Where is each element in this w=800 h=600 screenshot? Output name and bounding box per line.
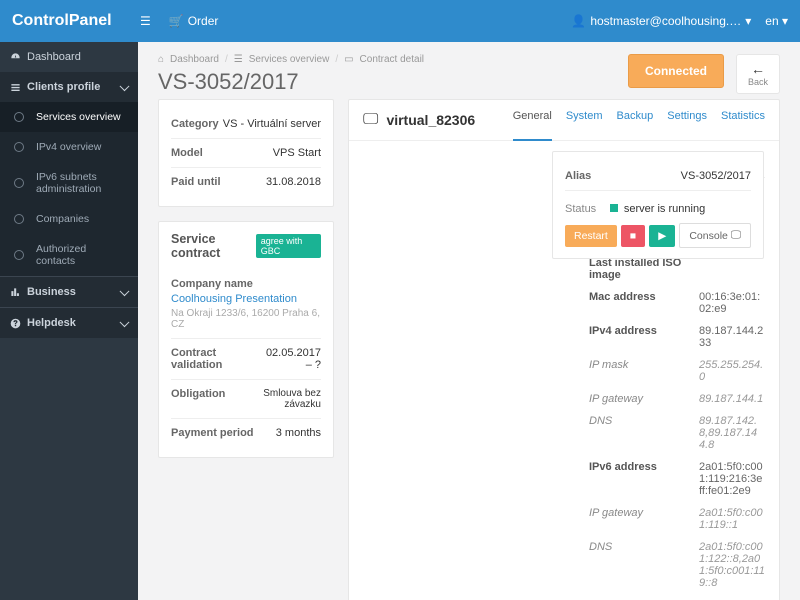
breadcrumb: ⌂ Dashboard / ☰ Services overview / ▭ Co…: [158, 54, 616, 65]
company-address: Na Okraji 1233/6, 16200 Praha 6, CZ: [171, 308, 321, 330]
sub-label: Authorized contacts: [36, 243, 128, 267]
k: Payment period: [171, 427, 254, 439]
sidebar-label: Helpdesk: [27, 317, 76, 329]
info-card: Category VS - Virtuální server Model VPS S…: [158, 99, 334, 207]
sub-label: Companies: [36, 213, 89, 225]
sidebar-item-dashboard[interactable]: Dashboard: [0, 42, 138, 72]
chevron-down-icon: ▾: [745, 14, 751, 28]
home-icon[interactable]: ⌂: [158, 54, 164, 65]
lang-label: en: [765, 14, 778, 28]
monitor-icon: 🖵: [363, 111, 378, 129]
v: 02.05.2017 – ?: [257, 347, 321, 371]
lang-menu[interactable]: en ▾: [765, 14, 788, 28]
contract-card: Service contract agree with GBC Company …: [158, 221, 334, 458]
status-dot-icon: [610, 204, 618, 212]
k: Obligation: [171, 388, 225, 410]
user-menu[interactable]: 👤 hostmaster@coolhousing.… ▾: [571, 14, 751, 28]
order-link[interactable]: 🛒 Order: [169, 14, 219, 28]
stop-icon: ■: [630, 230, 636, 242]
contract-title: Service contract: [171, 232, 256, 260]
stop-button[interactable]: ■: [621, 225, 645, 247]
list-icon: ☰: [234, 54, 243, 65]
v: VS - Virtuální server: [223, 118, 321, 130]
v: Smlouva bez závazku: [225, 388, 321, 410]
sidebar-item-clients[interactable]: Clients profile: [0, 72, 138, 102]
k: Company name: [171, 278, 321, 290]
back-label: Back: [747, 77, 769, 87]
file-icon: ▭: [344, 54, 353, 65]
console-label: Console: [689, 230, 728, 242]
sidebar-sub-contacts[interactable]: Authorized contacts: [0, 234, 138, 276]
sidebar-label: Business: [27, 286, 76, 298]
tab-stats[interactable]: Statistics: [721, 110, 765, 130]
sidebar-label: Dashboard: [27, 51, 81, 63]
cart-icon: 🛒: [169, 14, 184, 28]
console-button[interactable]: Console 🖵: [679, 223, 751, 248]
sidebar-item-business[interactable]: Business: [0, 277, 138, 307]
order-label: Order: [188, 14, 219, 28]
k: Contract validation: [171, 347, 257, 371]
sidebar-sub-ipv6[interactable]: IPv6 subnets administration: [0, 162, 138, 204]
chart-icon: [10, 287, 21, 298]
monitor-icon: 🖵: [731, 229, 741, 242]
sub-label: IPv4 overview: [36, 141, 101, 153]
play-button[interactable]: ▶: [649, 225, 675, 247]
k: Alias: [565, 170, 591, 182]
back-button[interactable]: ← Back: [736, 54, 780, 94]
status-text: server is running: [624, 203, 705, 215]
crumb-detail: Contract detail: [360, 54, 424, 65]
sub-label: Services overview: [36, 111, 121, 123]
sub-label: IPv6 subnets administration: [36, 171, 128, 195]
sidebar-item-helpdesk[interactable]: Helpdesk: [0, 308, 138, 338]
restart-button[interactable]: Restart: [565, 225, 617, 247]
tab-backup[interactable]: Backup: [617, 110, 654, 130]
crumb-dashboard[interactable]: Dashboard: [170, 54, 219, 65]
user-icon: 👤: [571, 14, 586, 28]
status-label: Status: [565, 203, 596, 215]
arrow-left-icon: ←: [747, 61, 769, 77]
tab-settings[interactable]: Settings: [667, 110, 707, 130]
list-icon: [10, 82, 21, 93]
k: Category: [171, 118, 219, 130]
v: 31.08.2018: [266, 176, 321, 188]
sidebar-sub-services[interactable]: Services overview: [0, 102, 138, 132]
status-card: Alias VS-3052/2017 Status server is runni…: [552, 151, 764, 259]
gauge-icon: [10, 52, 21, 63]
menu-toggle-icon[interactable]: ☰: [140, 14, 151, 28]
k: Model: [171, 147, 203, 159]
sidebar-sub-companies[interactable]: Companies: [0, 204, 138, 234]
connected-button[interactable]: Connected: [628, 54, 724, 88]
brand: ControlPanel: [12, 12, 138, 30]
sidebar-label: Clients profile: [27, 81, 100, 93]
tab-system[interactable]: System: [566, 110, 603, 130]
user-label: hostmaster@coolhousing.…: [590, 14, 741, 28]
sidebar-sub-ipv4[interactable]: IPv4 overview: [0, 132, 138, 162]
question-icon: [10, 318, 21, 329]
gbc-badge: agree with GBC: [256, 234, 321, 258]
chevron-down-icon: ▾: [782, 14, 788, 28]
crumb-services[interactable]: Services overview: [249, 54, 330, 65]
v: VS-3052/2017: [681, 170, 751, 182]
tab-general[interactable]: General: [513, 110, 552, 141]
v: 3 months: [276, 427, 321, 439]
play-icon: ▶: [658, 230, 666, 242]
k: Paid until: [171, 176, 221, 188]
company-link[interactable]: Coolhousing Presentation: [171, 293, 321, 305]
service-name: virtual_82306: [386, 112, 475, 128]
v: VPS Start: [273, 147, 321, 159]
page-title: VS-3052/2017: [158, 69, 616, 95]
